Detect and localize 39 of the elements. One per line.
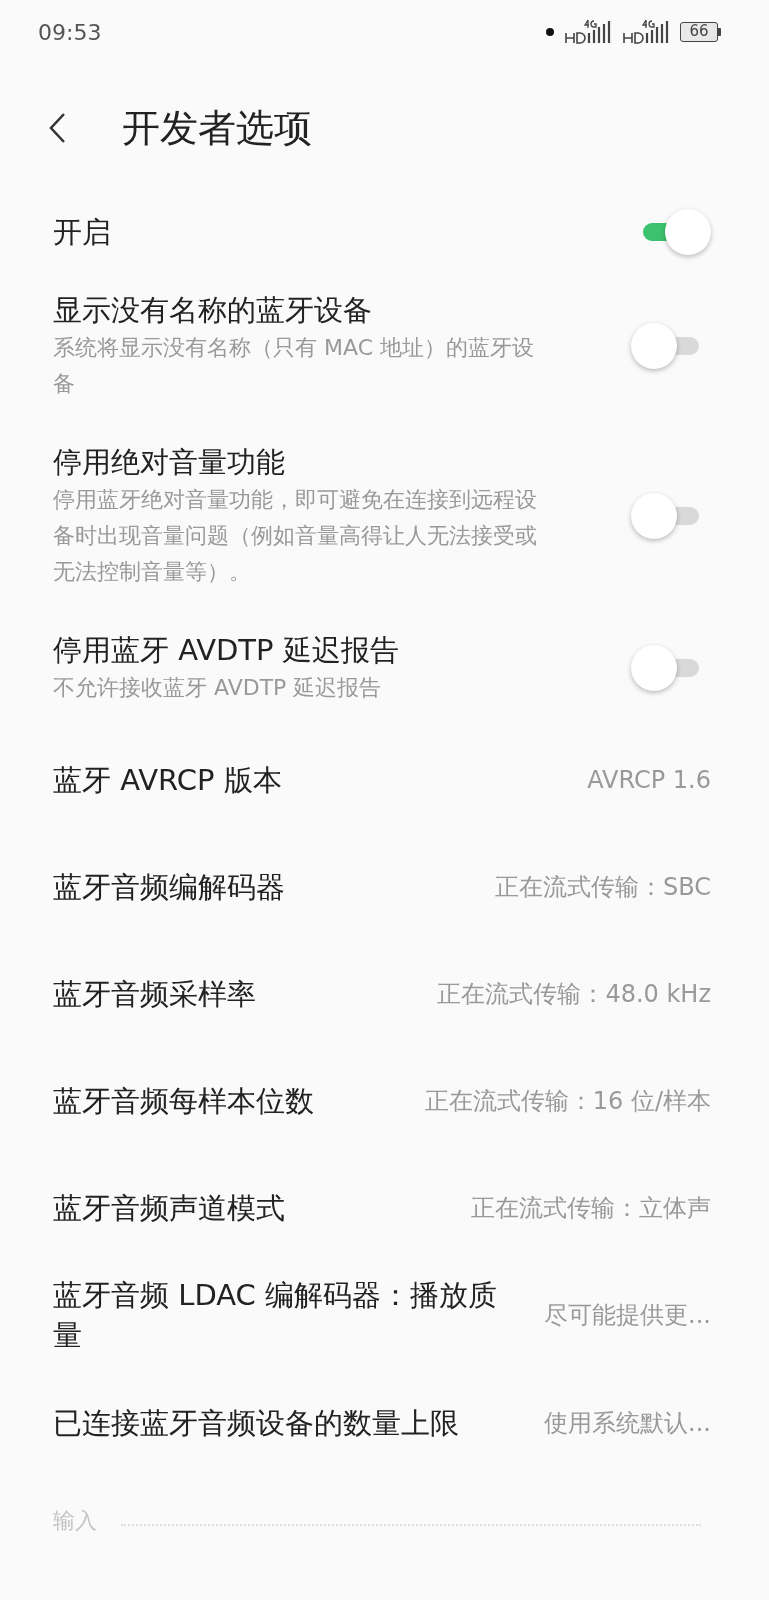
settings-row[interactable]: 停用绝对音量功能 停用蓝牙绝对音量功能，即可避免在连接到远程设备时出现音量问题（例如音量高得让人无法接受或无法控制音量等）。 <box>0 422 769 610</box>
settings-row[interactable]: 蓝牙音频采样率 正在流式传输：48.0 kHz <box>0 940 769 1047</box>
setting-value: 正在流式传输：16 位/样本 <box>424 1085 711 1117</box>
setting-title: 已连接蓝牙音频设备的数量上限 <box>53 1404 459 1442</box>
setting-title: 开启 <box>53 214 112 251</box>
setting-value: 正在流式传输：48.0 kHz <box>437 978 711 1010</box>
setting-title: 蓝牙音频采样率 <box>53 975 256 1013</box>
settings-row[interactable]: 蓝牙音频编解码器 正在流式传输：SBC <box>0 833 769 940</box>
settings-row[interactable]: 蓝牙音频每样本位数 正在流式传输：16 位/样本 <box>0 1047 769 1154</box>
notification-dot-icon <box>546 28 554 36</box>
setting-value: 尽可能提供更... <box>544 1300 711 1331</box>
setting-title: 蓝牙音频每样本位数 <box>53 1082 314 1120</box>
settings-row[interactable]: 已连接蓝牙音频设备的数量上限 使用系统默认... <box>0 1369 769 1476</box>
setting-description: 不允许接收蓝牙 AVDTP 延迟报告 <box>53 674 383 702</box>
page-title: 开发者选项 <box>122 104 312 152</box>
battery-icon: 66 <box>680 22 721 42</box>
setting-title: 蓝牙音频编解码器 <box>53 868 285 906</box>
settings-row[interactable]: 显示没有名称的蓝牙设备 系统将显示没有名称（只有 MAC 地址）的蓝牙设备 <box>0 270 769 422</box>
setting-title: 停用蓝牙 AVDTP 延迟报告 <box>53 632 400 669</box>
settings-row[interactable]: 蓝牙音频声道模式 正在流式传输：立体声 <box>0 1154 769 1261</box>
status-time: 09:53 <box>38 18 102 47</box>
back-icon <box>48 112 66 144</box>
setting-value: 使用系统默认... <box>544 1407 711 1439</box>
setting-value: AVRCP 1.6 <box>587 764 711 796</box>
setting-title: 蓝牙 AVRCP 版本 <box>53 761 282 799</box>
settings-row[interactable]: 停用蓝牙 AVDTP 延迟报告 不允许接收蓝牙 AVDTP 延迟报告 <box>0 610 769 726</box>
setting-title: 停用绝对音量功能 <box>53 444 286 481</box>
settings-row[interactable]: 蓝牙音频 LDAC 编解码器：播放质量 尽可能提供更... <box>0 1261 769 1369</box>
setting-title: 蓝牙音频 LDAC 编解码器：播放质量 <box>53 1277 498 1354</box>
setting-description: 系统将显示没有名称（只有 MAC 地址）的蓝牙设备 <box>53 334 535 398</box>
signal-icon <box>622 19 670 45</box>
setting-value: 正在流式传输：SBC <box>494 871 711 903</box>
setting-description: 停用蓝牙绝对音量功能，即可避免在连接到远程设备时出现音量问题（例如音量高得让人无法接受或无法控制音量等）。 <box>53 486 538 586</box>
setting-value: 正在流式传输：立体声 <box>471 1192 711 1224</box>
signal-icon <box>564 19 612 45</box>
settings-row[interactable]: 开启 <box>0 194 769 270</box>
settings-row[interactable]: 蓝牙 AVRCP 版本 AVRCP 1.6 <box>0 726 769 833</box>
setting-title: 蓝牙音频声道模式 <box>53 1189 285 1227</box>
setting-title: 显示没有名称的蓝牙设备 <box>53 292 373 329</box>
